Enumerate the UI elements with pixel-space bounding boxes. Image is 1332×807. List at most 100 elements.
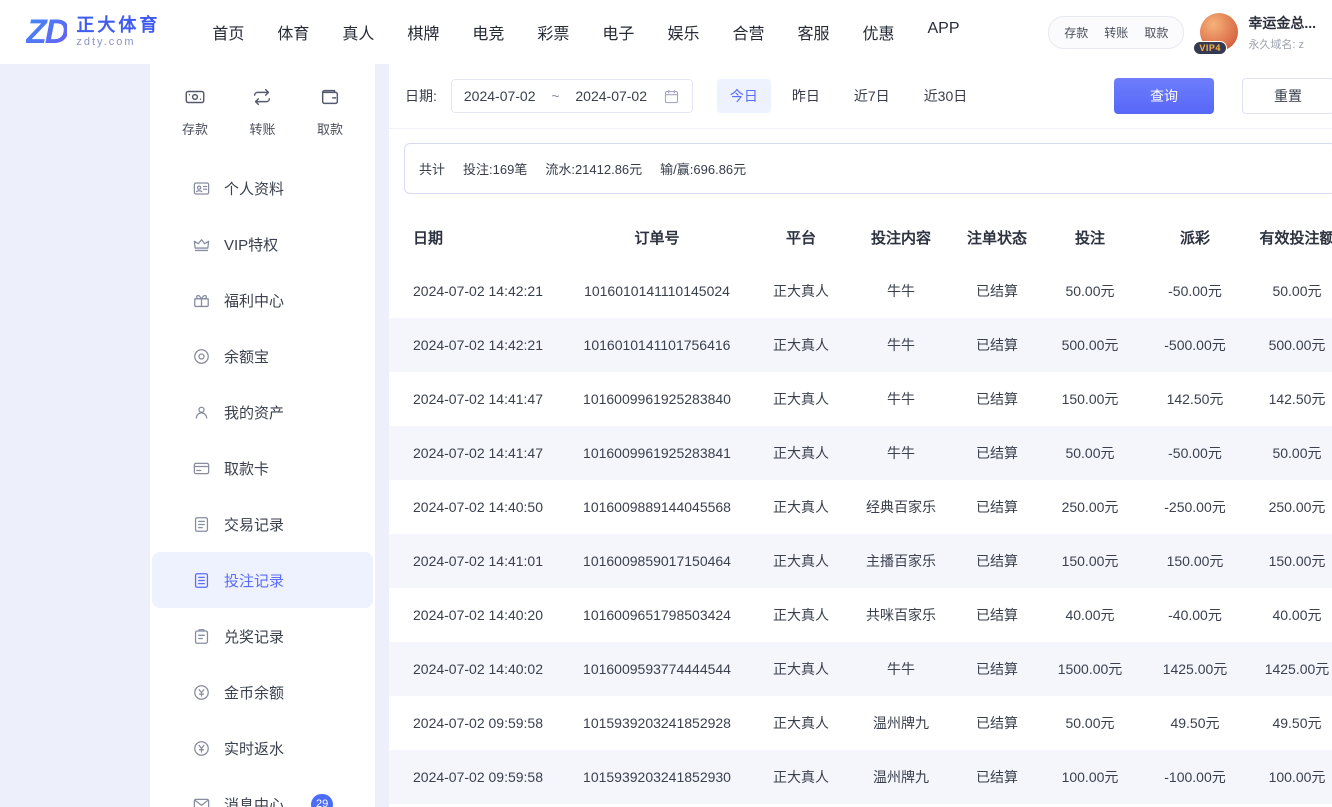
quick-action-存款[interactable]: 存款 xyxy=(182,86,208,138)
cell-status: 已结算 xyxy=(957,642,1037,696)
cell-order-number: 1016009859017150464 xyxy=(557,534,757,588)
table-row: 2024-07-02 09:59:581015939203241852928正大… xyxy=(389,696,1332,750)
wallet-link-取款[interactable]: 取款 xyxy=(1144,24,1168,41)
cell-payout: -250.00元 xyxy=(1143,480,1247,534)
filter-actions: 查询 重置 xyxy=(1114,78,1332,114)
cell-bet-amount: 50.00元 xyxy=(1037,426,1143,480)
sidebar-item-label: 投注记录 xyxy=(224,570,284,591)
bet-record-icon xyxy=(192,571,211,590)
nav-item-彩票[interactable]: 彩票 xyxy=(537,20,569,44)
filter-bar: 日期: 2024-07-02 ~ 2024-07-02 今日昨日近7日近30日 … xyxy=(389,64,1332,129)
sidebar-item-我的资产[interactable]: 我的资产 xyxy=(152,384,373,440)
nav-item-首页[interactable]: 首页 xyxy=(212,20,244,44)
cell-platform: 正大真人 xyxy=(757,696,845,750)
cell-payout: -100.00元 xyxy=(1143,750,1247,804)
gift-icon xyxy=(192,291,211,310)
sidebar-item-VIP特权[interactable]: VIP特权 xyxy=(152,216,373,272)
cell-status: 已结算 xyxy=(957,264,1037,318)
nav-item-真人[interactable]: 真人 xyxy=(342,20,374,44)
brand-domain: zdty.com xyxy=(76,36,160,49)
table-body: 2024-07-02 14:42:211016010141110145024正大… xyxy=(389,264,1332,804)
range-tab-今日[interactable]: 今日 xyxy=(717,79,771,113)
sidebar-item-取款卡[interactable]: 取款卡 xyxy=(152,440,373,496)
sidebar-item-label: 交易记录 xyxy=(224,514,284,535)
user-area[interactable]: VIP4 幸运金总... 永久域名: z xyxy=(1200,13,1316,52)
nav-item-优惠[interactable]: 优惠 xyxy=(862,20,894,44)
sidebar-item-实时返水[interactable]: 实时返水 xyxy=(152,720,373,776)
sidebar-item-福利中心[interactable]: 福利中心 xyxy=(152,272,373,328)
cell-platform: 正大真人 xyxy=(757,372,845,426)
cell-date: 2024-07-02 14:41:47 xyxy=(389,426,557,480)
summary-winloss: 输/赢:696.86元 xyxy=(660,159,746,178)
cell-platform: 正大真人 xyxy=(757,534,845,588)
table-row: 2024-07-02 14:40:201016009651798503424正大… xyxy=(389,588,1332,642)
quick-action-取款[interactable]: 取款 xyxy=(317,86,343,138)
range-tab-昨日[interactable]: 昨日 xyxy=(779,79,833,113)
cell-platform: 正大真人 xyxy=(757,642,845,696)
sidebar-item-label: 个人资料 xyxy=(224,178,284,199)
redeem-record-icon xyxy=(192,627,211,646)
cell-date: 2024-07-02 14:40:20 xyxy=(389,588,557,642)
quick-action-label: 转账 xyxy=(249,119,275,138)
cell-order-number: 1016009889144045568 xyxy=(557,480,757,534)
summary-bet-count: 投注:169笔 xyxy=(463,159,527,178)
column-header-投注内容: 投注内容 xyxy=(845,210,957,264)
cell-date: 2024-07-02 14:41:47 xyxy=(389,372,557,426)
nav-item-体育[interactable]: 体育 xyxy=(277,20,309,44)
date-range-input[interactable]: 2024-07-02 ~ 2024-07-02 xyxy=(451,79,693,113)
quick-action-转账[interactable]: 转账 xyxy=(249,86,275,138)
sidebar-item-兑奖记录[interactable]: 兑奖记录 xyxy=(152,608,373,664)
header-right: 存款转账取款 VIP4 幸运金总... 永久域名: z xyxy=(1048,13,1316,52)
sidebar-quick-actions: 存款转账 取款 xyxy=(150,64,375,154)
nav-item-电子[interactable]: 电子 xyxy=(602,20,634,44)
range-tab-近7日[interactable]: 近7日 xyxy=(841,79,903,113)
cell-payout: -50.00元 xyxy=(1143,426,1247,480)
cell-valid-amount: 100.00元 xyxy=(1247,750,1332,804)
brand-logo-mark: ZD xyxy=(26,13,67,52)
date-to-value[interactable]: 2024-07-02 xyxy=(575,88,647,104)
calendar-icon[interactable] xyxy=(663,88,680,105)
sidebar-item-投注记录[interactable]: 投注记录 xyxy=(152,552,373,608)
cell-date: 2024-07-02 14:40:50 xyxy=(389,480,557,534)
main-content: 日期: 2024-07-02 ~ 2024-07-02 今日昨日近7日近30日 … xyxy=(389,64,1332,807)
cell-bet-amount: 1500.00元 xyxy=(1037,642,1143,696)
cell-payout: 150.00元 xyxy=(1143,534,1247,588)
cell-bet-content: 温州牌九 xyxy=(845,750,957,804)
brand-name: 正大体育 xyxy=(76,15,160,36)
cell-bet-content: 牛牛 xyxy=(845,318,957,372)
nav-item-合营[interactable]: 合营 xyxy=(732,20,764,44)
date-from-value[interactable]: 2024-07-02 xyxy=(464,88,536,104)
nav-item-娱乐[interactable]: 娱乐 xyxy=(667,20,699,44)
message-icon xyxy=(192,795,211,807)
wallet-link-转账[interactable]: 转账 xyxy=(1104,24,1128,41)
query-button[interactable]: 查询 xyxy=(1114,78,1214,114)
nav-item-APP[interactable]: APP xyxy=(928,20,960,44)
sidebar-item-交易记录[interactable]: 交易记录 xyxy=(152,496,373,552)
brand-logo[interactable]: ZD 正大体育 zdty.com xyxy=(26,13,160,52)
sidebar-item-余额宝[interactable]: 余额宝 xyxy=(152,328,373,384)
sidebar-item-label: 消息中心 xyxy=(224,794,284,807)
cell-bet-content: 牛牛 xyxy=(845,426,957,480)
sidebar-item-消息中心[interactable]: 消息中心29 xyxy=(152,776,373,807)
cell-bet-amount: 100.00元 xyxy=(1037,750,1143,804)
deposit-icon xyxy=(184,86,206,111)
avatar[interactable]: VIP4 xyxy=(1200,13,1238,51)
table-row: 2024-07-02 14:40:501016009889144045568正大… xyxy=(389,480,1332,534)
wallet-link-存款[interactable]: 存款 xyxy=(1064,24,1088,41)
vip-crown-icon xyxy=(192,235,211,254)
rebate-icon xyxy=(192,739,211,758)
nav-item-客服[interactable]: 客服 xyxy=(797,20,829,44)
cell-status: 已结算 xyxy=(957,696,1037,750)
sidebar-item-金币余额[interactable]: 金币余额 xyxy=(152,664,373,720)
top-header: ZD 正大体育 zdty.com 首页 体育 真人 棋牌 电竞 彩票 电子 娱乐 合营 客服 优惠 A… xyxy=(0,0,1332,64)
nav-item-电竞[interactable]: 电竞 xyxy=(472,20,504,44)
nav-item-棋牌[interactable]: 棋牌 xyxy=(407,20,439,44)
main-nav: 首页 体育 真人 棋牌 电竞 彩票 电子 娱乐 合营 客服 优惠 APP xyxy=(212,20,959,44)
cell-payout: -500.00元 xyxy=(1143,318,1247,372)
range-tab-近30日[interactable]: 近30日 xyxy=(911,79,981,113)
sidebar-item-个人资料[interactable]: 个人资料 xyxy=(152,160,373,216)
permanent-domain-note: 永久域名: z xyxy=(1248,36,1316,52)
summary-prefix: 共计 xyxy=(419,159,445,178)
cell-order-number: 1016010141110145024 xyxy=(557,264,757,318)
reset-button[interactable]: 重置 xyxy=(1242,78,1332,114)
